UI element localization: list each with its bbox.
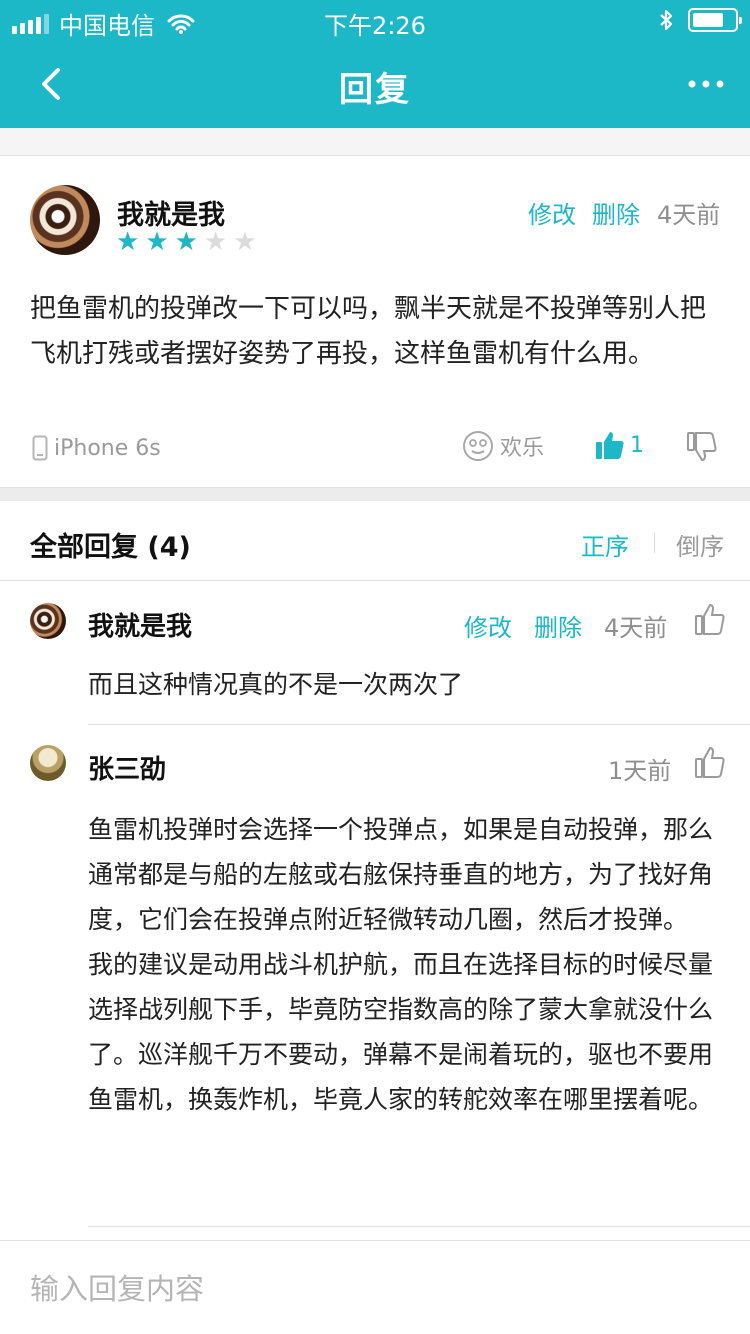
post-body: 把鱼雷机的投弹改一下可以吗，飘半天就是不投弹等别人把飞机打残或者摆好姿势了再投，… — [30, 294, 707, 369]
app-header: 中国电信 下午2:26 回复 — [0, 0, 750, 128]
star-icon: ★ — [233, 227, 257, 257]
device-label: iPhone 6s — [54, 435, 161, 461]
mood-tag[interactable]: 欢乐 — [462, 430, 544, 462]
reply-body: 而且这种情况真的不是一次两次了 — [88, 670, 464, 699]
like-count: 1 — [630, 432, 644, 458]
reply-author[interactable]: 张三劭 — [88, 749, 166, 786]
star-icon: ★ — [174, 227, 198, 257]
rating-stars: ★ ★ ★ ★ ★ — [116, 229, 257, 255]
replies-header: 全部回复 (4) 正序 倒序 — [0, 501, 750, 581]
avatar[interactable] — [30, 185, 100, 255]
mood-label: 欢乐 — [500, 436, 545, 461]
sort-descending-button[interactable]: 倒序 — [676, 527, 724, 562]
reply-input-bar — [0, 1240, 750, 1334]
reply-item: 我就是我 修改 删除 4天前 而且这种情况真的不是一次两次了 — [0, 582, 750, 724]
main-post: 我就是我 ★ ★ ★ ★ ★ 修改 删除 4天前 把鱼雷机的投弹改一下可以吗，飘… — [0, 157, 750, 487]
status-bar: 中国电信 下午2:26 — [0, 0, 750, 40]
reply-divider — [88, 1226, 750, 1227]
reply-paragraph: 鱼雷机投弹时会选择一个投弹点，如果是自动投弹，那么通常都是与船的左舷或右舷保持垂… — [88, 815, 714, 934]
reply-author[interactable]: 我就是我 — [88, 606, 192, 643]
smiley-icon — [463, 431, 493, 461]
bluetooth-icon — [660, 9, 673, 31]
status-right — [658, 8, 742, 32]
sort-divider — [654, 533, 655, 553]
reply-paragraph: 我的建议是动用战斗机护航，而且在选择目标的时候尽量选择战列舰下手，毕竟防空指数高… — [88, 950, 714, 1114]
edit-button[interactable]: 修改 — [528, 195, 576, 230]
star-icon: ★ — [116, 227, 140, 257]
avatar[interactable] — [30, 603, 66, 639]
reply-time: 4天前 — [604, 614, 668, 642]
reply-time: 1天前 — [608, 757, 672, 785]
page-title: 回复 — [339, 70, 411, 110]
reply-body: 鱼雷机投弹时会选择一个投弹点，如果是自动投弹，那么通常都是与船的左舷或右舷保持垂… — [88, 807, 720, 1122]
post-time: 4天前 — [657, 201, 721, 229]
star-icon: ★ — [203, 227, 228, 257]
delete-button[interactable]: 删除 — [534, 608, 582, 643]
status-time: 下午2:26 — [324, 12, 426, 40]
sort-ascending-button[interactable]: 正序 — [581, 527, 629, 562]
device-info: iPhone 6s — [32, 435, 161, 461]
thumbs-up-icon[interactable] — [694, 602, 726, 636]
section-spacer — [0, 487, 750, 501]
star-icon: ★ — [145, 227, 169, 257]
thumbs-up-icon[interactable] — [694, 745, 726, 779]
replies-title: 全部回复 (4) — [30, 532, 191, 563]
reply-item: 张三劭 1天前 鱼雷机投弹时会选择一个投弹点，如果是自动投弹，那么通常都是与船的… — [0, 725, 750, 1225]
thumbs-up-icon — [596, 432, 624, 459]
more-dots-icon[interactable] — [684, 62, 728, 106]
like-button[interactable]: 1 — [594, 429, 644, 461]
phone-icon — [32, 435, 48, 461]
edit-button[interactable]: 修改 — [464, 608, 512, 643]
delete-button[interactable]: 删除 — [592, 195, 640, 230]
battery-icon — [688, 8, 742, 32]
thumbs-down-icon[interactable] — [686, 431, 718, 463]
reply-input[interactable] — [30, 1267, 720, 1311]
avatar[interactable] — [30, 745, 66, 781]
top-spacer — [0, 128, 750, 156]
